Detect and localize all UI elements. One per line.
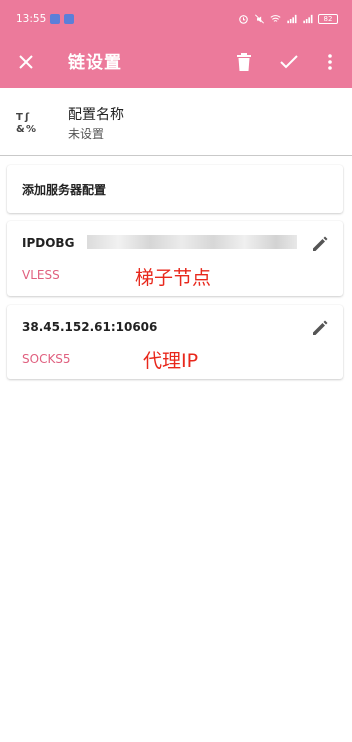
signal-icon xyxy=(303,14,313,24)
trash-icon xyxy=(237,53,251,71)
toolbar: 链设置 xyxy=(0,38,352,86)
notification-icon xyxy=(64,14,75,24)
server-type: VLESS xyxy=(22,268,60,282)
server-address: IPDOBG xyxy=(22,236,75,250)
delete-button[interactable] xyxy=(226,44,262,80)
annotation-text: 梯子节点 xyxy=(135,267,212,289)
more-vert-icon xyxy=(328,54,332,70)
annotation-text: 代理IP xyxy=(143,350,199,372)
add-server-label: 添加服务器配置 xyxy=(22,183,107,197)
pencil-icon xyxy=(313,320,328,335)
status-bar: 13:55 82 xyxy=(0,0,352,38)
status-time: 13:55 xyxy=(16,13,47,25)
alarm-icon xyxy=(239,15,248,24)
close-icon xyxy=(19,55,33,69)
mute-icon xyxy=(254,14,265,24)
check-icon xyxy=(280,55,298,69)
close-button[interactable] xyxy=(8,44,44,80)
svg-text:ʃ: ʃ xyxy=(24,112,30,123)
server-type: SOCKS5 xyxy=(22,352,71,366)
battery-indicator: 82 xyxy=(318,14,338,24)
more-options-button[interactable] xyxy=(312,44,348,80)
wifi-icon xyxy=(270,15,281,22)
edit-server-button[interactable] xyxy=(309,317,331,339)
server-address: 38.45.152.61:10606 xyxy=(22,320,158,334)
redacted-address xyxy=(87,235,297,249)
server-item[interactable]: 38.45.152.61:10606 SOCKS5 代理IP xyxy=(7,305,343,379)
pencil-icon xyxy=(313,236,328,251)
config-name-label: 配置名称 xyxy=(68,107,124,123)
add-server-button[interactable]: 添加服务器配置 xyxy=(7,165,343,213)
text-format-icon: T ʃ & % xyxy=(16,112,36,134)
notification-icon xyxy=(50,14,61,24)
svg-text:&: & xyxy=(16,124,25,134)
svg-text:T: T xyxy=(16,112,23,123)
config-name-value: 未设置 xyxy=(68,127,105,141)
server-item[interactable]: IPDOBG VLESS 梯子节点 xyxy=(7,221,343,296)
signal-icon xyxy=(287,14,297,24)
page-title: 链设置 xyxy=(68,53,122,73)
edit-server-button[interactable] xyxy=(309,233,331,255)
svg-text:%: % xyxy=(26,124,36,134)
app-bar: 13:55 82 链设置 xyxy=(0,0,352,88)
config-name-row[interactable]: T ʃ & % 配置名称 未设置 xyxy=(0,88,352,156)
confirm-button[interactable] xyxy=(271,44,307,80)
